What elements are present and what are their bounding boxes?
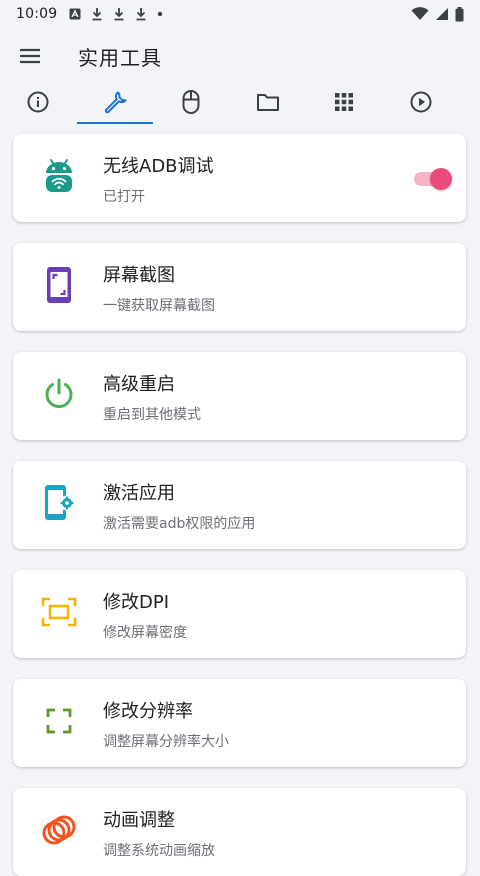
tool-card-activate-apps[interactable]: 激活应用 激活需要adb权限的应用 — [13, 461, 466, 549]
folder-icon — [256, 94, 279, 111]
wrench-icon — [104, 91, 127, 114]
signal-icon — [436, 8, 448, 20]
dpi-icon — [39, 592, 79, 632]
status-bar: 10:09 — [0, 0, 480, 28]
rings-icon — [39, 810, 79, 850]
page-title: 实用工具 — [78, 45, 162, 70]
tab-tools[interactable] — [76, 80, 154, 124]
tab-play[interactable] — [383, 80, 460, 124]
tool-title: 修改分辨率 — [103, 701, 193, 722]
tool-title: 屏幕截图 — [103, 265, 175, 286]
tool-title: 修改DPI — [103, 592, 170, 613]
app-bar: 实用工具 — [0, 28, 480, 84]
tool-card-advanced-reboot[interactable]: 高级重启 重启到其他模式 — [13, 352, 466, 440]
tab-folder[interactable] — [230, 80, 307, 124]
play-icon — [410, 91, 432, 113]
tool-title: 动画调整 — [103, 810, 175, 831]
grid-icon — [335, 93, 354, 111]
screenshot-icon — [39, 265, 79, 305]
download-icon — [114, 8, 124, 21]
download-icon — [136, 8, 146, 21]
tool-subtitle: 已打开 — [103, 189, 145, 205]
dot-icon — [158, 11, 163, 17]
tool-card-animation[interactable]: 动画调整 调整系统动画缩放 — [13, 788, 466, 876]
tab-apps[interactable] — [306, 80, 383, 124]
tool-card-modify-dpi[interactable]: 修改DPI 修改屏幕密度 — [13, 570, 466, 658]
android-wifi-icon — [39, 156, 79, 196]
menu-button[interactable] — [0, 28, 60, 84]
tool-card-wireless-adb[interactable]: 无线ADB调试 已打开 — [13, 134, 466, 222]
power-icon — [39, 374, 79, 414]
battery-icon — [455, 6, 464, 21]
download-icon — [92, 8, 102, 21]
tool-title: 无线ADB调试 — [103, 156, 214, 177]
toggle-thumb — [430, 168, 452, 190]
phone-settings-icon — [39, 483, 79, 523]
tool-card-screenshot[interactable]: 屏幕截图 一键获取屏幕截图 — [13, 243, 466, 331]
tab-info[interactable] — [0, 80, 77, 124]
wifi-icon — [411, 7, 429, 20]
mouse-icon — [182, 90, 200, 114]
menu-icon — [20, 48, 40, 64]
tab-bar — [0, 80, 480, 124]
tool-subtitle: 重启到其他模式 — [103, 407, 201, 423]
info-icon — [27, 91, 49, 113]
tool-subtitle: 激活需要adb权限的应用 — [103, 516, 256, 532]
tool-subtitle: 一键获取屏幕截图 — [103, 298, 215, 314]
tool-subtitle: 调整屏幕分辨率大小 — [103, 734, 229, 750]
wireless-adb-toggle[interactable] — [412, 166, 452, 190]
tool-subtitle: 调整系统动画缩放 — [103, 843, 215, 859]
tab-mouse[interactable] — [153, 80, 230, 124]
fullscreen-icon — [39, 701, 79, 741]
tool-subtitle: 修改屏幕密度 — [103, 625, 187, 641]
tool-title: 高级重启 — [103, 374, 175, 395]
a-icon — [69, 8, 81, 20]
status-time: 10:09 — [16, 6, 58, 22]
tool-title: 激活应用 — [103, 483, 175, 504]
tool-card-modify-resolution[interactable]: 修改分辨率 调整屏幕分辨率大小 — [13, 679, 466, 767]
